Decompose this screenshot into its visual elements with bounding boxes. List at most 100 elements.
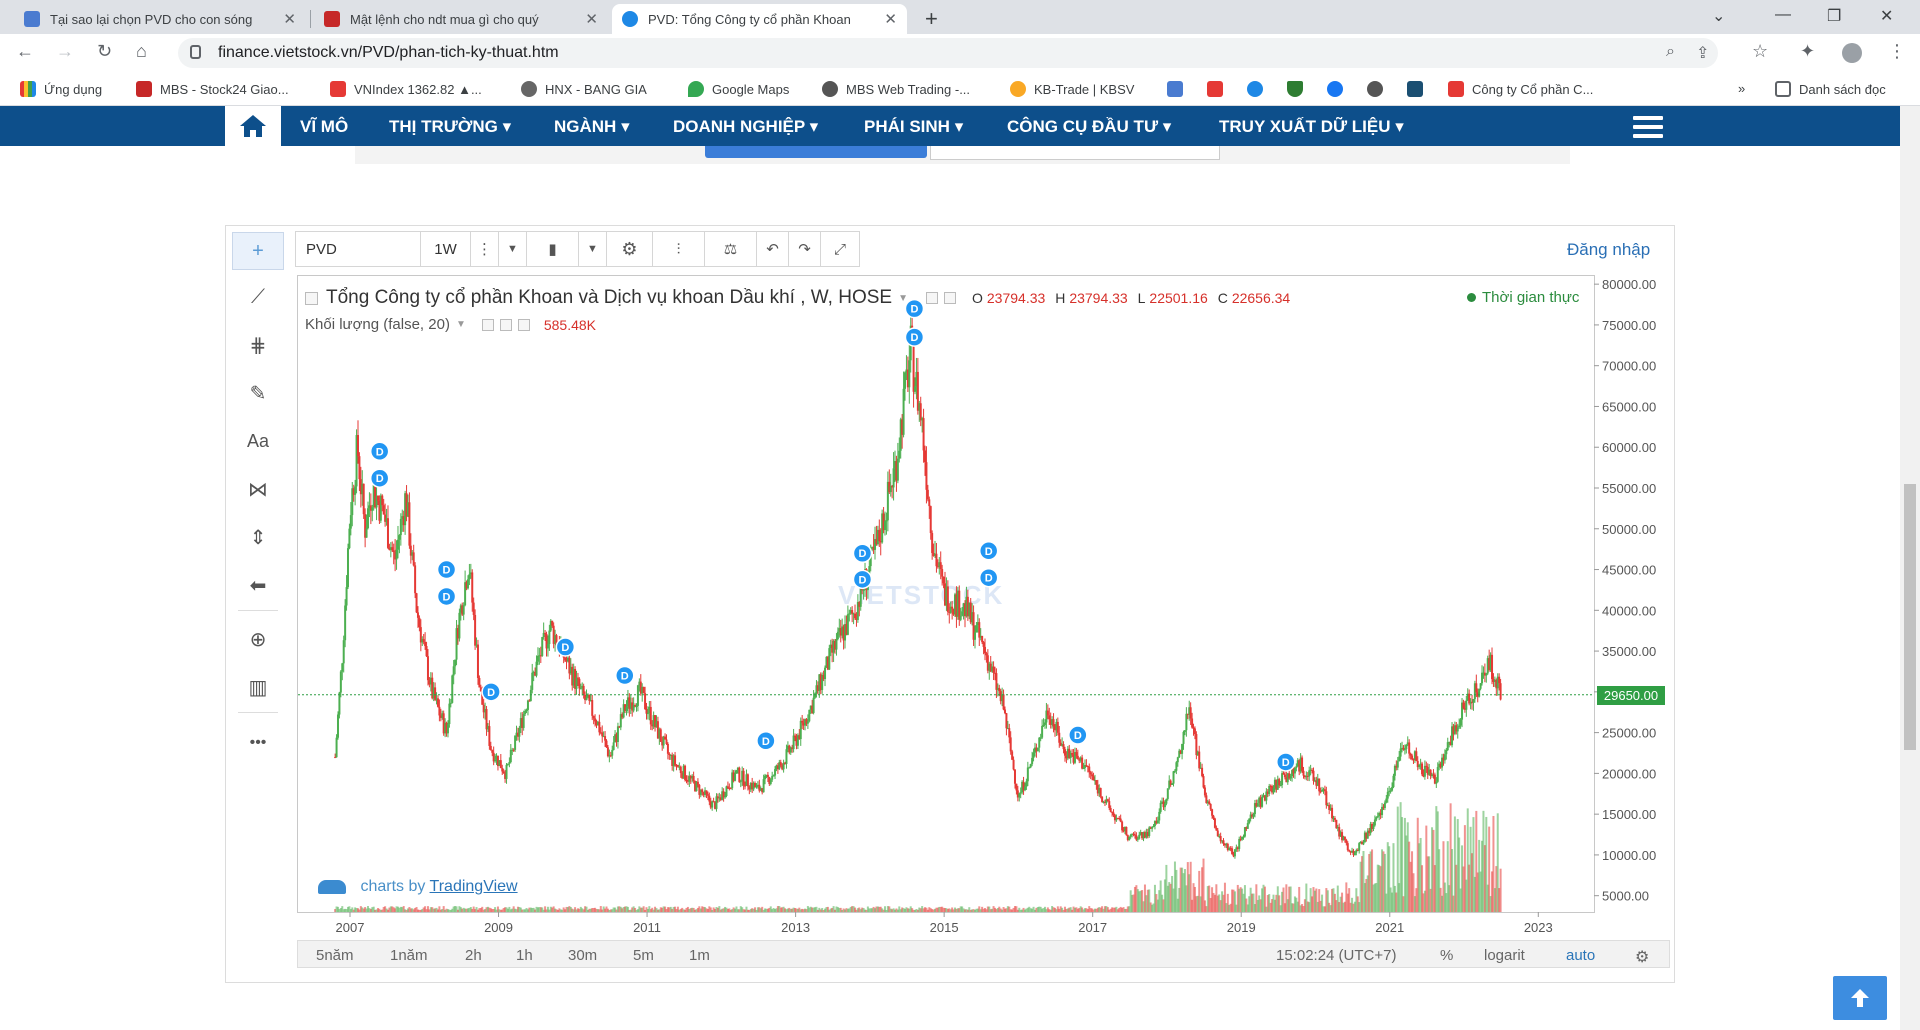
- range-1m[interactable]: 1m: [689, 947, 710, 964]
- nav-doanh-nghiep[interactable]: DOANH NGHIỆP ▾: [673, 117, 818, 137]
- nav-thi-truong[interactable]: THỊ TRƯỜNG ▾: [389, 117, 511, 137]
- scroll-to-top-button[interactable]: [1833, 976, 1887, 1020]
- back-icon[interactable]: ←: [16, 41, 34, 62]
- range-30m[interactable]: 30m: [568, 947, 597, 964]
- fib-tool-icon[interactable]: ⋕: [232, 326, 284, 364]
- crosshair-tool-icon[interactable]: +: [232, 232, 284, 270]
- brush-tool-icon[interactable]: ✎: [232, 374, 284, 412]
- site-home-button[interactable]: [225, 106, 281, 146]
- minimize-icon[interactable]: —: [1775, 6, 1791, 24]
- extensions-icon[interactable]: ✦: [1800, 41, 1815, 62]
- close-icon[interactable]: ✕: [884, 10, 897, 28]
- bookmark-item[interactable]: VNIndex 1362.82 ▲...: [330, 81, 482, 97]
- forward-icon[interactable]: →: [56, 41, 74, 62]
- more-bookmarks-icon[interactable]: »: [1738, 81, 1745, 96]
- bookmark-chart-icon[interactable]: [1167, 81, 1191, 97]
- settings-icon[interactable]: [499, 318, 512, 331]
- bookmark-app-icon[interactable]: [1407, 81, 1431, 97]
- close-icon[interactable]: ✕: [283, 10, 296, 28]
- browser-tab-bar: Tại sao lại chọn PVD cho con sóng ✕ Mật …: [0, 0, 1920, 34]
- chevron-down-icon[interactable]: ▼: [579, 232, 607, 266]
- sub-tab-active[interactable]: [705, 146, 927, 158]
- zoom-icon[interactable]: ⌕: [1666, 43, 1675, 61]
- reading-list[interactable]: Danh sách đọc: [1775, 81, 1886, 97]
- indicators-icon[interactable]: ⫶: [653, 232, 705, 266]
- browser-tab[interactable]: Mật lệnh cho ndt mua gì cho quý ✕: [314, 4, 608, 34]
- chart-settings-gear-icon[interactable]: ⚙: [1635, 947, 1649, 967]
- chevron-down-icon[interactable]: ▼: [456, 319, 466, 330]
- address-bar[interactable]: finance.vietstock.vn/PVD/phan-tich-ky-th…: [178, 38, 1718, 68]
- ruler-icon[interactable]: ▥: [232, 668, 284, 706]
- new-tab-icon[interactable]: +: [925, 6, 938, 32]
- log-scale-button[interactable]: logarit: [1484, 947, 1525, 964]
- interval-more-icon[interactable]: ⋮: [471, 232, 499, 266]
- interval-button[interactable]: 1W: [421, 232, 471, 266]
- arrow-tool-icon[interactable]: ⬅: [232, 566, 284, 604]
- nav-truy-xuat-du-lieu[interactable]: TRUY XUẤT DỮ LIỆU ▾: [1219, 117, 1404, 137]
- more-tools-icon[interactable]: •••: [232, 724, 284, 762]
- close-icon[interactable]: ✕: [585, 10, 598, 28]
- range-5y[interactable]: 5năm: [316, 947, 354, 964]
- redo-icon[interactable]: ↷: [789, 232, 821, 266]
- zoom-in-icon[interactable]: ⊕: [232, 620, 284, 658]
- bookmark-facebook-icon[interactable]: [1327, 81, 1351, 97]
- chevron-down-icon[interactable]: ▼: [499, 232, 527, 266]
- bookmark-globe-icon[interactable]: [1367, 81, 1391, 97]
- fullscreen-icon[interactable]: ⤢: [821, 232, 859, 266]
- home-icon[interactable]: ⌂: [136, 41, 147, 62]
- browser-tab[interactable]: Tại sao lại chọn PVD cho con sóng ✕: [14, 4, 306, 34]
- nav-phai-sinh[interactable]: PHÁI SINH ▾: [864, 117, 963, 137]
- bookmark-item[interactable]: HNX - BANG GIA: [521, 81, 647, 97]
- percent-scale-button[interactable]: %: [1440, 947, 1453, 964]
- eye-icon[interactable]: [926, 292, 938, 304]
- range-1y[interactable]: 1năm: [390, 947, 428, 964]
- bookmark-item[interactable]: MBS - Stock24 Giao...: [136, 81, 289, 97]
- settings-gear-icon[interactable]: ⚙: [607, 232, 653, 266]
- bookmark-flipboard-icon[interactable]: [1207, 81, 1231, 97]
- sub-tab[interactable]: [930, 146, 1220, 160]
- tradingview-branding[interactable]: charts by TradingView: [318, 878, 518, 896]
- text-tool-icon[interactable]: Aa: [232, 422, 284, 460]
- range-1h[interactable]: 1h: [516, 947, 533, 964]
- hamburger-menu-icon[interactable]: [1633, 116, 1663, 138]
- reload-icon[interactable]: ↻: [97, 41, 112, 62]
- bookmark-star-icon[interactable]: ☆: [1752, 41, 1768, 62]
- maximize-icon[interactable]: ❐: [1827, 6, 1841, 26]
- chevron-down-icon[interactable]: ▼: [898, 293, 908, 304]
- bookmark-globe-icon[interactable]: [1247, 81, 1271, 97]
- login-link[interactable]: Đăng nhập: [1567, 240, 1650, 260]
- bookmark-item[interactable]: Google Maps: [688, 81, 789, 97]
- pattern-tool-icon[interactable]: ⋈: [232, 470, 284, 508]
- candle-style-icon[interactable]: ▮: [527, 232, 579, 266]
- tab-search-icon[interactable]: ⌄: [1712, 6, 1725, 26]
- collapse-legend-icon[interactable]: [305, 291, 318, 305]
- trendline-tool-icon[interactable]: ⟋: [232, 278, 284, 316]
- page-scrollbar[interactable]: [1900, 106, 1920, 1030]
- symbol-input[interactable]: PVD: [296, 232, 421, 266]
- auto-scale-button[interactable]: auto: [1566, 947, 1595, 964]
- bookmark-item[interactable]: MBS Web Trading -...: [822, 81, 970, 97]
- measure-tool-icon[interactable]: ⇕: [232, 518, 284, 556]
- nav-cong-cu-dau-tu[interactable]: CÔNG CỤ ĐẦU TƯ ▾: [1007, 117, 1171, 137]
- remove-icon[interactable]: [517, 318, 530, 331]
- compare-scale-icon[interactable]: ⚖: [705, 232, 757, 266]
- bookmark-apps[interactable]: Ứng dụng: [20, 81, 102, 97]
- profile-avatar[interactable]: [1842, 43, 1862, 63]
- range-5m[interactable]: 5m: [633, 947, 654, 964]
- bookmark-item[interactable]: KB-Trade | KBSV: [1010, 81, 1134, 97]
- browser-tab-active[interactable]: PVD: Tổng Công ty cổ phần Khoan ✕: [612, 4, 907, 34]
- url-text[interactable]: finance.vietstock.vn/PVD/phan-tich-ky-th…: [218, 44, 559, 62]
- undo-icon[interactable]: ↶: [757, 232, 789, 266]
- eye-icon[interactable]: [481, 318, 494, 331]
- window-close-icon[interactable]: ✕: [1880, 6, 1893, 26]
- nav-vi-mo[interactable]: VĨ MÔ: [300, 117, 348, 137]
- scrollbar-thumb[interactable]: [1904, 484, 1916, 750]
- settings-icon[interactable]: [944, 292, 956, 304]
- nav-nganh[interactable]: NGÀNH ▾: [554, 117, 630, 137]
- menu-dots-icon[interactable]: ⋮: [1888, 41, 1906, 62]
- share-icon[interactable]: ⇪: [1696, 43, 1709, 63]
- range-2h[interactable]: 2h: [465, 947, 482, 964]
- lock-icon: [190, 45, 201, 59]
- bookmark-item[interactable]: Công ty Cổ phần C...: [1448, 81, 1593, 97]
- bookmark-shield-icon[interactable]: [1287, 81, 1311, 97]
